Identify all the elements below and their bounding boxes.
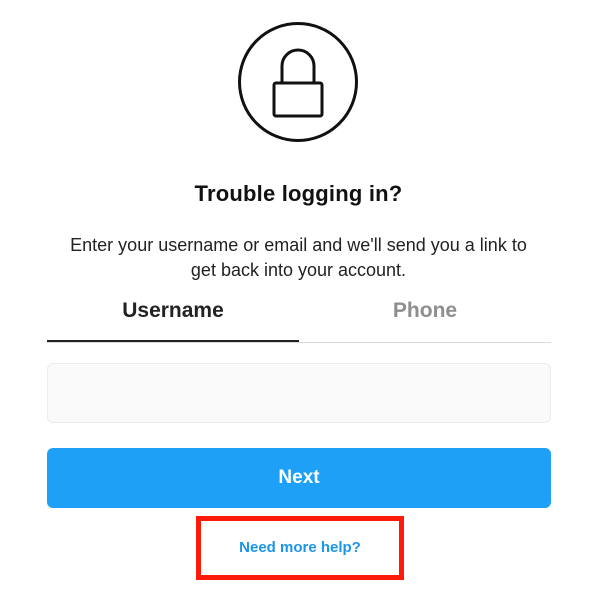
page-title: Trouble logging in? [194,181,403,206]
tab-username[interactable]: Username [47,288,299,342]
need-more-help-link[interactable]: Need more help? [196,516,404,580]
username-email-input[interactable] [47,363,551,423]
tab-bar: Username Phone [47,288,551,343]
lock-icon-circle [238,22,358,142]
next-button[interactable]: Next [47,448,551,508]
instructions-text: Enter your username or email and we'll s… [70,235,527,280]
tab-phone[interactable]: Phone [299,288,551,342]
lock-icon [272,48,324,118]
